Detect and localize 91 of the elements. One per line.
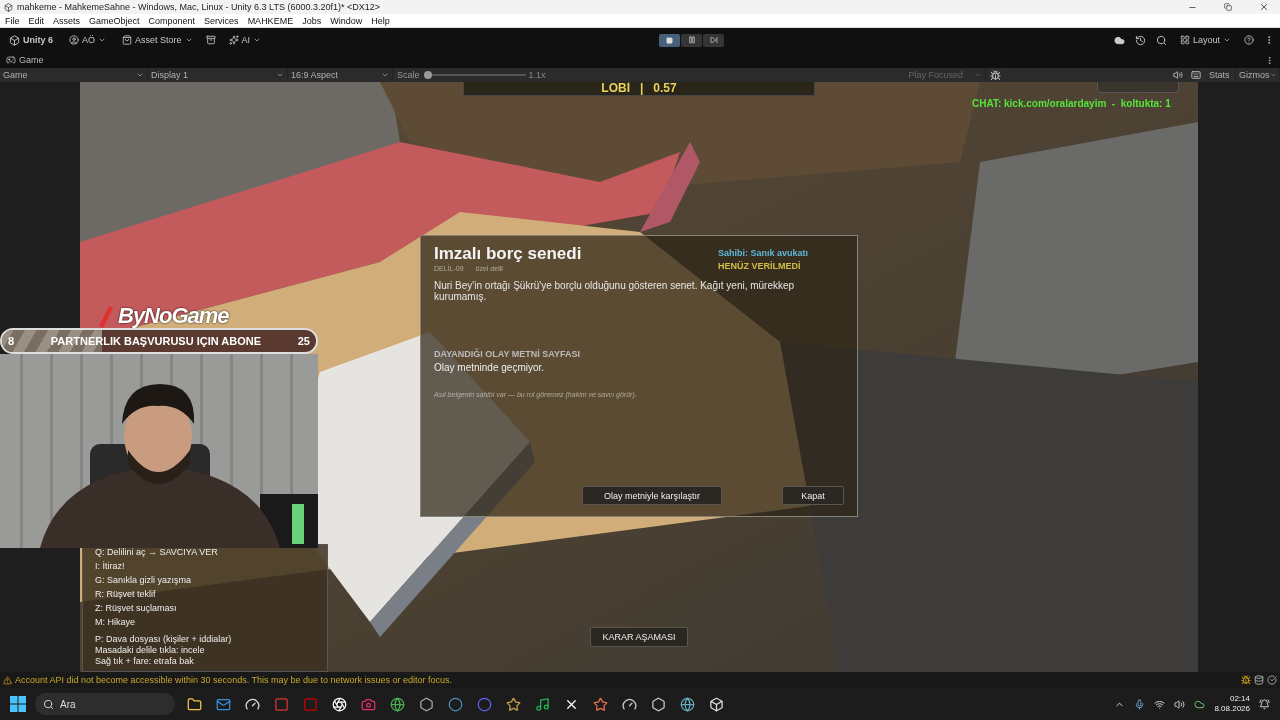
user-icon bbox=[69, 35, 79, 45]
check-icon[interactable] bbox=[1267, 675, 1277, 685]
search-icon[interactable] bbox=[1155, 34, 1167, 46]
folder-icon[interactable] bbox=[186, 696, 202, 712]
bug-icon[interactable] bbox=[1241, 675, 1251, 685]
menu-item[interactable]: File bbox=[5, 15, 20, 26]
window-title: mahkeme - MahkemeSahne - Windows, Mac, Linux - Unity 6.3 LTS (6000.3.20f1)* <DX12> bbox=[17, 2, 381, 12]
ai-button[interactable]: AI bbox=[225, 33, 265, 47]
caret-icon bbox=[1223, 36, 1231, 44]
slider-thumb[interactable] bbox=[423, 71, 432, 79]
warning-icon bbox=[3, 675, 12, 685]
bag-icon bbox=[122, 35, 133, 45]
cube-icon bbox=[9, 34, 20, 46]
menu-item[interactable]: Assets bbox=[53, 15, 81, 26]
aspect-dropdown[interactable]: 16:9 Aspect bbox=[288, 68, 393, 82]
caret-icon bbox=[98, 36, 107, 44]
caret-icon bbox=[136, 71, 144, 79]
caret-icon bbox=[184, 36, 193, 44]
volume-icon[interactable] bbox=[1174, 698, 1186, 710]
star-icon[interactable] bbox=[505, 696, 521, 712]
bell-icon[interactable] bbox=[1259, 698, 1270, 710]
music-icon[interactable] bbox=[534, 696, 550, 712]
gamepad-icon bbox=[6, 55, 16, 65]
clock-date: 8.08.2026 bbox=[1214, 704, 1250, 714]
gauge-icon[interactable] bbox=[244, 696, 260, 712]
gauge-icon[interactable] bbox=[621, 696, 637, 712]
menu-item[interactable]: Help bbox=[371, 15, 390, 26]
square-icon[interactable] bbox=[273, 696, 289, 712]
cloud-icon[interactable] bbox=[1194, 698, 1206, 710]
bug-icon[interactable] bbox=[989, 69, 1001, 81]
menu-item[interactable]: Window bbox=[330, 15, 363, 26]
menu-item[interactable]: Component bbox=[148, 15, 196, 26]
step-button[interactable] bbox=[703, 33, 725, 47]
search-icon bbox=[43, 698, 54, 710]
scale-reading: 1.1x bbox=[528, 70, 546, 80]
hexagon-icon[interactable] bbox=[650, 696, 666, 712]
status-message: Account API did not become accessible within 30 seconds. This may be due to network issues or editor focus. bbox=[15, 675, 454, 685]
database-icon[interactable] bbox=[1254, 675, 1264, 685]
user-dropdown[interactable]: AÖ bbox=[66, 33, 110, 47]
cloud-icon[interactable] bbox=[1113, 34, 1125, 46]
star-icon[interactable] bbox=[592, 696, 608, 712]
menu-item[interactable]: Edit bbox=[28, 15, 45, 26]
step-icon bbox=[709, 36, 718, 44]
caret-icon bbox=[973, 71, 982, 79]
circle-icon[interactable] bbox=[476, 696, 492, 712]
scale-slider[interactable] bbox=[425, 71, 526, 79]
hexagon-icon[interactable] bbox=[418, 696, 434, 712]
menu-item[interactable]: Jobs bbox=[302, 15, 322, 26]
menu-item[interactable]: MAHKEME bbox=[247, 15, 294, 26]
camera-icon[interactable] bbox=[360, 696, 376, 712]
stop-icon bbox=[666, 36, 674, 44]
globe-icon[interactable] bbox=[389, 696, 405, 712]
caret-icon bbox=[1269, 71, 1276, 79]
game-tab[interactable]: Game bbox=[6, 55, 44, 65]
stop-button[interactable] bbox=[659, 33, 681, 47]
caret-icon bbox=[253, 36, 262, 44]
caret-icon bbox=[276, 71, 284, 79]
clock-time: 02:14 bbox=[1229, 694, 1250, 704]
history-icon[interactable] bbox=[1134, 34, 1146, 46]
aperture-icon[interactable] bbox=[331, 696, 347, 712]
pause-icon bbox=[687, 36, 696, 44]
keyboard-icon[interactable] bbox=[1191, 70, 1201, 80]
stats-button[interactable]: Stats bbox=[1206, 68, 1236, 82]
search-field[interactable]: Ara bbox=[35, 693, 175, 715]
sparkles-icon bbox=[228, 35, 239, 45]
archive-icon[interactable] bbox=[205, 35, 216, 45]
box-icon[interactable] bbox=[708, 696, 724, 712]
start-icon[interactable] bbox=[10, 696, 26, 712]
scale-label: Scale bbox=[397, 70, 420, 80]
gizmos-dropdown[interactable]: Gizmos bbox=[1236, 68, 1280, 82]
circle-icon[interactable] bbox=[447, 696, 463, 712]
help-icon[interactable] bbox=[1244, 35, 1254, 45]
account-button[interactable]: Unity 6 bbox=[6, 32, 56, 48]
goal-current: 8 bbox=[8, 335, 15, 347]
caret-icon bbox=[381, 71, 389, 79]
microphone-icon[interactable] bbox=[1134, 698, 1146, 710]
wifi-icon[interactable] bbox=[1154, 698, 1166, 710]
mute-icon[interactable] bbox=[1173, 70, 1183, 80]
asset-store-button[interactable]: Asset Store bbox=[119, 33, 196, 47]
menu-item[interactable]: GameObject bbox=[89, 15, 140, 26]
restore-icon bbox=[1224, 3, 1232, 11]
mode-dropdown[interactable]: Game bbox=[0, 68, 148, 82]
pause-button[interactable] bbox=[681, 33, 703, 47]
layout-dropdown[interactable]: Layout bbox=[1176, 33, 1234, 47]
globe-icon[interactable] bbox=[679, 696, 695, 712]
display-dropdown[interactable]: Display 1 bbox=[148, 68, 288, 82]
close-icon bbox=[1259, 2, 1269, 12]
envelope-icon[interactable] bbox=[215, 696, 231, 712]
menu-item[interactable]: Services bbox=[204, 15, 239, 26]
unity-logo-icon bbox=[4, 2, 13, 12]
layout-icon bbox=[1179, 35, 1190, 45]
